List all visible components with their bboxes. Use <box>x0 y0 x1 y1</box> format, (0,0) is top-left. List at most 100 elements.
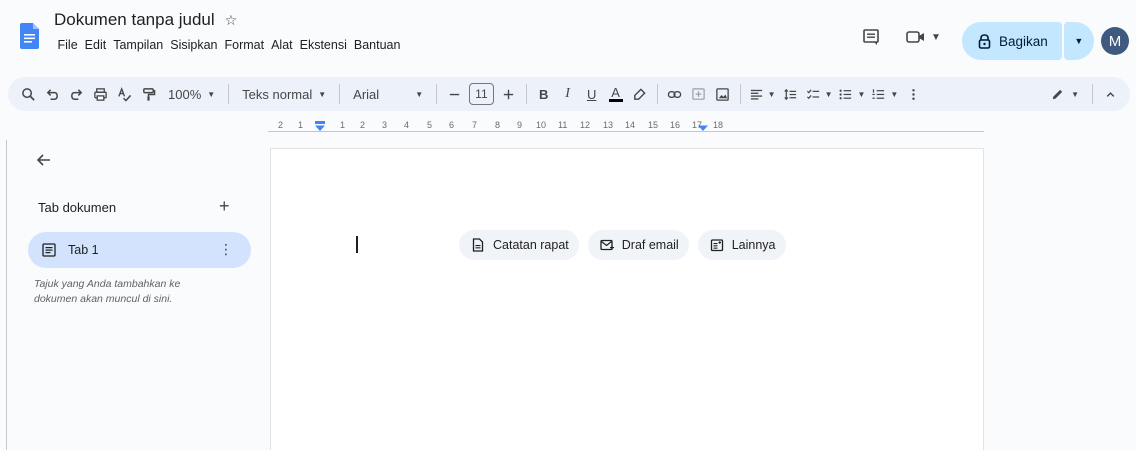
insert-link-button[interactable] <box>663 81 687 107</box>
search-icon <box>21 87 35 101</box>
menu-file[interactable]: File <box>54 34 81 56</box>
vertical-ruler[interactable] <box>6 140 10 450</box>
ruler-label: 2 <box>360 120 366 130</box>
title-row: Dokumen tanpa judul ☆ <box>54 10 237 30</box>
meet-button[interactable]: ▼ <box>900 22 946 52</box>
menu-tools[interactable]: Alat <box>268 34 297 56</box>
sidebar-item-tab-1[interactable]: Tab 1 ⋮ <box>28 232 251 268</box>
hide-menus-button[interactable] <box>1098 81 1122 107</box>
spellcheck-button[interactable] <box>112 81 136 107</box>
insert-comment-button[interactable] <box>687 81 711 107</box>
font-size-input[interactable]: 11 <box>469 83 494 105</box>
link-icon <box>667 90 682 98</box>
menu-help[interactable]: Bantuan <box>350 34 404 56</box>
toolbar-divider <box>228 84 230 104</box>
star-icon[interactable]: ☆ <box>225 12 238 29</box>
menu-view[interactable]: Tampilan <box>110 34 167 56</box>
chip-more-templates[interactable]: Lainnya <box>697 230 786 260</box>
account-avatar[interactable]: M <box>1101 27 1129 55</box>
lock-icon <box>978 33 991 49</box>
menu-extensions[interactable]: Ekstensi <box>296 34 350 56</box>
zoom-dropdown[interactable]: 100% ▼ <box>160 81 223 107</box>
toolbar-divider <box>1092 84 1093 104</box>
more-templates-icon <box>710 239 723 252</box>
ruler-label: 4 <box>404 120 410 130</box>
numbered-list-dropdown[interactable]: ▼ <box>868 81 901 107</box>
editing-mode-dropdown[interactable]: ▼ <box>1042 81 1087 107</box>
menu-edit[interactable]: Edit <box>81 34 110 56</box>
formatting-toolbar: 100% ▼ Teks normal ▼ Arial ▼ 11 B I U A <box>8 77 1130 111</box>
share-group: Bagikan ▼ <box>962 22 1094 60</box>
font-value: Arial <box>353 86 380 102</box>
outline-hint: Tajuk yang Anda tambahkan ke dokumen aka… <box>34 278 181 305</box>
add-tab-button[interactable]: + <box>219 196 230 217</box>
text-color-label: A <box>611 85 620 100</box>
document-page[interactable] <box>270 148 984 450</box>
search-menus-button[interactable] <box>16 81 40 107</box>
image-icon <box>716 87 729 101</box>
align-dropdown[interactable]: ▼ <box>746 81 779 107</box>
chip-label: Lainnya <box>731 238 776 252</box>
toolbar-divider <box>739 84 741 104</box>
paragraph-style-value: Teks normal <box>242 86 313 102</box>
font-dropdown[interactable]: Arial ▼ <box>345 81 431 107</box>
ruler-label: 9 <box>517 120 523 130</box>
ruler-label: 2 <box>278 120 284 130</box>
chevron-down-icon: ▼ <box>415 89 424 99</box>
bulleted-list-icon <box>839 89 852 99</box>
toolbar-divider <box>436 84 438 104</box>
ruler-label: 18 <box>713 120 724 130</box>
email-draft-icon <box>600 239 614 251</box>
undo-button[interactable] <box>40 81 64 107</box>
share-options-button[interactable]: ▼ <box>1063 22 1094 60</box>
ruler-label: 8 <box>495 120 501 130</box>
more-vert-icon <box>912 88 915 100</box>
text-color-swatch <box>608 99 623 102</box>
redo-icon <box>70 88 82 100</box>
highlight-color-button[interactable] <box>628 81 652 107</box>
chevron-down-icon: ▼ <box>1074 36 1084 46</box>
checklist-dropdown[interactable]: ▼ <box>803 81 836 107</box>
decrease-font-size-button[interactable] <box>442 81 466 107</box>
paragraph-style-dropdown[interactable]: Teks normal ▼ <box>234 81 334 107</box>
back-arrow-icon[interactable] <box>34 150 54 170</box>
bold-button[interactable]: B <box>532 81 556 107</box>
bulleted-list-dropdown[interactable]: ▼ <box>835 81 868 107</box>
chip-email-draft[interactable]: Draf email <box>587 230 689 260</box>
zoom-value: 100% <box>168 86 202 102</box>
tab-label: Tab 1 <box>68 243 99 257</box>
indent-marker-icon[interactable] <box>315 121 325 131</box>
share-button[interactable]: Bagikan <box>962 22 1062 60</box>
line-spacing-icon <box>784 88 797 100</box>
menu-bar: File Edit Tampilan Sisipkan Format Alat … <box>54 34 404 56</box>
tab-document-icon <box>42 243 56 257</box>
highlighter-icon <box>634 87 646 100</box>
chevron-down-icon: ▼ <box>207 89 216 99</box>
more-options-button[interactable] <box>901 81 925 107</box>
docs-logo-icon[interactable] <box>20 23 39 49</box>
numbered-list-icon <box>872 88 885 99</box>
chip-meeting-notes[interactable]: Catatan rapat <box>459 230 579 260</box>
ruler-label: 7 <box>472 120 478 130</box>
insert-image-button[interactable] <box>711 81 735 107</box>
horizontal-ruler[interactable]: 2 1 1 2 3 4 5 6 7 8 9 10 11 12 13 14 15 … <box>268 118 984 134</box>
italic-button[interactable]: I <box>556 81 580 107</box>
line-spacing-button[interactable] <box>779 81 803 107</box>
document-title[interactable]: Dokumen tanpa judul <box>54 10 215 30</box>
increase-font-size-button[interactable] <box>497 81 521 107</box>
paint-format-button[interactable] <box>136 81 160 107</box>
more-vert-icon[interactable]: ⋮ <box>219 242 233 256</box>
menu-format[interactable]: Format <box>221 34 268 56</box>
menu-insert[interactable]: Sisipkan <box>167 34 221 56</box>
underline-button[interactable]: U <box>580 81 604 107</box>
text-color-button[interactable]: A <box>604 81 628 107</box>
ruler-label: 5 <box>427 120 433 130</box>
pencil-icon <box>1052 89 1063 99</box>
align-left-icon <box>750 89 762 100</box>
redo-button[interactable] <box>64 81 88 107</box>
comments-button[interactable] <box>856 22 886 52</box>
undo-icon <box>46 88 58 100</box>
print-icon <box>93 87 107 101</box>
minus-icon <box>449 93 459 95</box>
print-button[interactable] <box>88 81 112 107</box>
